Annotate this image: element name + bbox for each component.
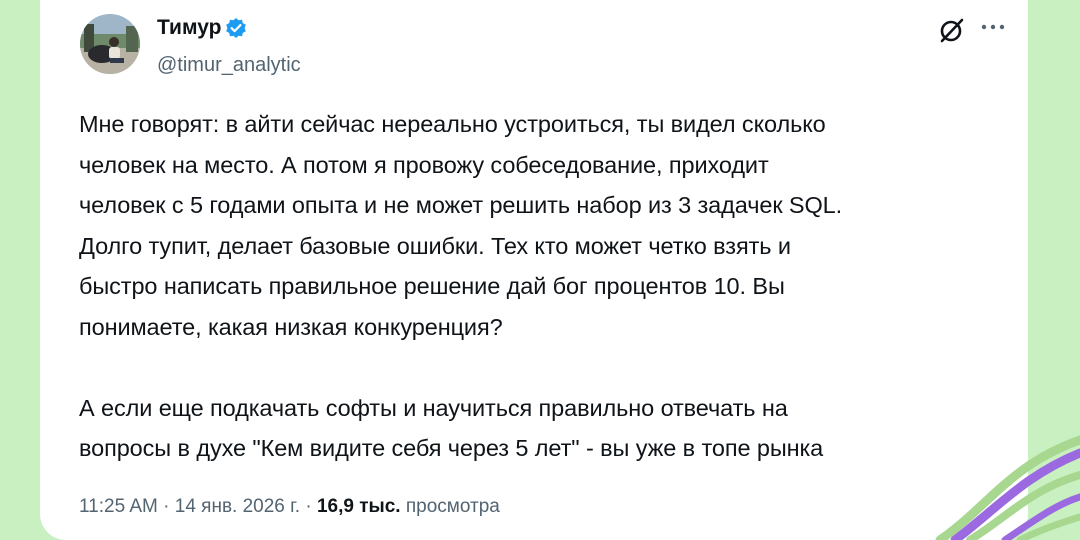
tweet-line: А если еще подкачать софты и научиться п… — [79, 394, 788, 421]
views-label: просмотра — [405, 496, 500, 517]
tweet-text: Мне говорят: в айти сейчас нереально уст… — [79, 104, 1019, 469]
views-count: 16,9 тыс. — [316, 496, 401, 517]
tweet-time[interactable]: 11:25 AM — [79, 496, 158, 517]
avatar[interactable] — [80, 14, 140, 74]
tweet-line: Долго тупит, делает базовые ошибки. Тех … — [79, 232, 791, 259]
author-handle[interactable]: @timur_analytic — [157, 54, 301, 77]
tweet-line: вопросы в духе "Кем видите себя через 5 … — [79, 435, 824, 461]
meta-separator: · — [305, 496, 312, 517]
tweet-line: человек с 5 годами опыта и не может реши… — [79, 192, 843, 218]
author-name[interactable]: Тимур — [157, 16, 221, 40]
tweet-line: Мне говорят: в айти сейчас нереально уст… — [79, 111, 826, 137]
tweet-line: быстро написать правильное решение дай б… — [79, 273, 785, 299]
author-name-row[interactable]: Тимур — [157, 16, 247, 40]
avatar-photo — [80, 14, 140, 74]
tweet-line: человек на место. А потом я провожу собе… — [79, 151, 769, 178]
tweet-date[interactable]: 14 янв. 2026 г. — [175, 496, 300, 517]
decorative-ribbons — [935, 435, 1080, 540]
verified-badge-icon — [225, 17, 247, 39]
grok-icon[interactable] — [937, 15, 967, 45]
tweet-line: понимаете, какая низкая конкуренция? — [79, 313, 503, 340]
meta-separator: · — [163, 496, 170, 517]
more-horizontal-icon[interactable] — [978, 20, 1008, 32]
tweet-meta: 11:25 AM · 14 янв. 2026 г. · 16,9 тыс. п… — [79, 496, 500, 518]
